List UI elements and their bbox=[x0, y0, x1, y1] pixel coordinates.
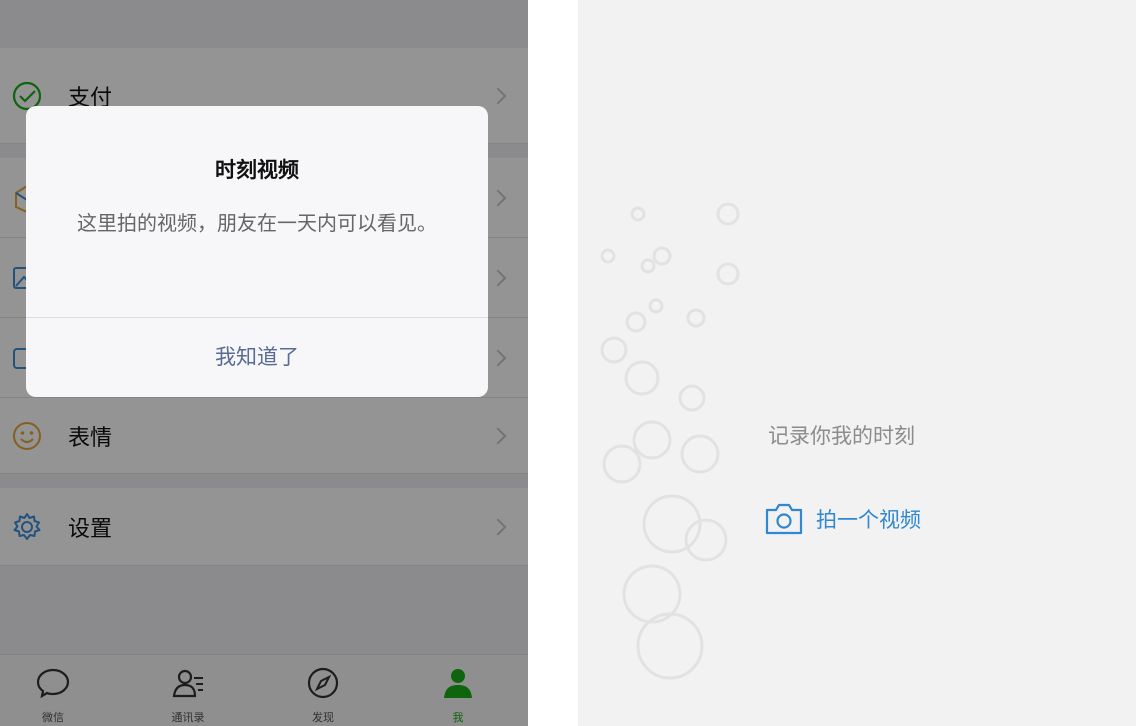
me-tab-screen: 支付 表情 设置 微信 通讯录 发现 我 时刻视频 这里拍的视频，朋友在一天内可… bbox=[0, 0, 528, 726]
shoot-video-label: 拍一个视频 bbox=[816, 508, 921, 532]
moments-video-screen: 记录你我的时刻 拍一个视频 bbox=[578, 0, 1136, 726]
bubbles-decoration bbox=[600, 202, 740, 680]
camera-icon bbox=[765, 503, 803, 535]
alert-title: 时刻视频 bbox=[215, 158, 299, 182]
got-it-button[interactable]: 我知道了 bbox=[26, 318, 488, 397]
moments-video-alert: 时刻视频 这里拍的视频，朋友在一天内可以看见。 我知道了 bbox=[26, 106, 488, 397]
empty-state-caption: 记录你我的时刻 bbox=[768, 424, 915, 448]
alert-message: 这里拍的视频，朋友在一天内可以看见。 bbox=[77, 211, 437, 235]
